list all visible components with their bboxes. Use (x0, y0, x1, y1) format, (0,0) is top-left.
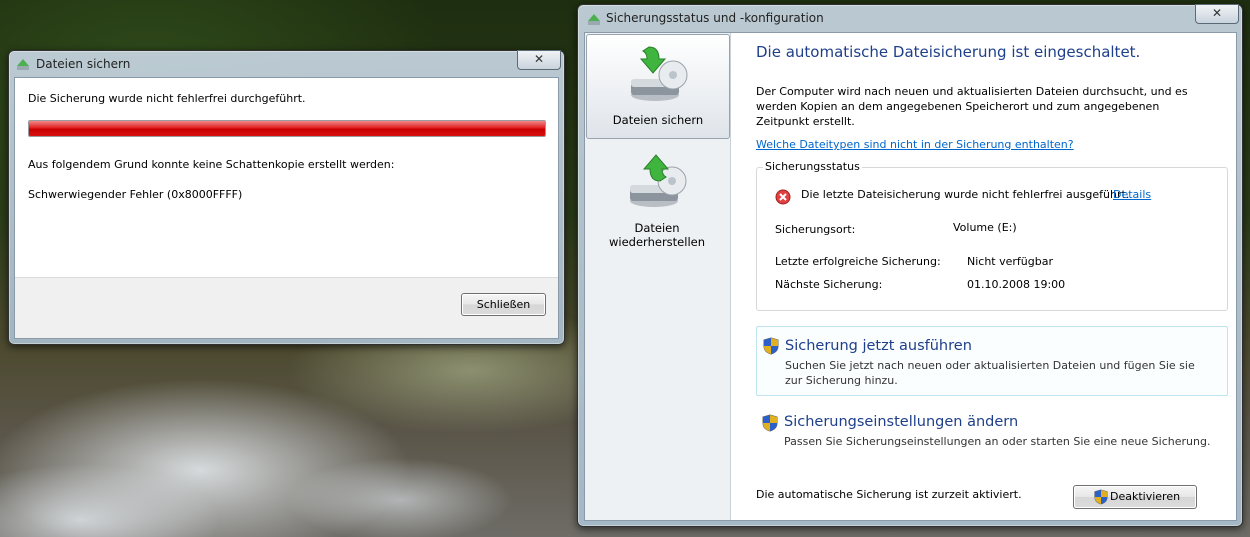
uac-shield-icon (1094, 489, 1108, 505)
dialog-footer: Schließen (15, 277, 558, 338)
run-backup-link[interactable]: Sicherung jetzt ausführen (785, 338, 972, 354)
dialog-message: Die Sicherung wurde nicht fehlerfrei dur… (28, 92, 306, 105)
run-backup-description: Suchen Sie jetzt nach neuen oder aktuali… (785, 359, 1195, 387)
sidebar-item-label: Dateien sichern (612, 113, 704, 127)
next-backup-label: Nächste Sicherung: (775, 278, 883, 291)
backup-drive-icon (631, 46, 688, 101)
deactivate-label: Deaktivieren (1110, 490, 1181, 503)
error-icon (775, 189, 791, 205)
dialog-titlebar[interactable]: Dateien sichern ✕ (9, 50, 564, 77)
sidebar: Dateien sichern Dateien wiederherstellen (585, 33, 731, 520)
details-link[interactable]: Details (1113, 188, 1151, 201)
change-settings-link[interactable]: Sicherungseinstellungen ändern (784, 414, 1018, 430)
content-pane: Die automatische Dateisicherung ist eing… (731, 33, 1236, 520)
uac-shield-icon (763, 337, 779, 355)
dialog-close-button[interactable]: ✕ (517, 50, 561, 70)
backup-status-window: Sicherungsstatus und -konfiguration ✕ Da… (577, 4, 1243, 527)
sidebar-item-backup[interactable]: Dateien sichern (586, 34, 730, 139)
dialog-title: Dateien sichern (36, 57, 131, 71)
restore-drive-icon (630, 154, 687, 207)
sidebar-item-label: Dateien wiederherstellen (609, 221, 705, 249)
backup-progress-bar (28, 120, 546, 137)
backup-status-group: Sicherungsstatus Die letzte Dateisicheru… (756, 160, 1228, 311)
sidebar-item-restore[interactable]: Dateien wiederherstellen (586, 145, 728, 249)
backup-app-icon (588, 14, 600, 25)
dialog-reason: Aus folgendem Grund konnte keine Schatte… (28, 158, 395, 171)
dialog-body: Die Sicherung wurde nicht fehlerfrei dur… (14, 77, 559, 339)
change-settings-description: Passen Sie Sicherungseinstellungen an od… (784, 435, 1211, 448)
page-title: Die automatische Dateisicherung ist eing… (756, 43, 1141, 61)
uac-shield-icon (762, 414, 778, 432)
footer-status-text: Die automatische Sicherung ist zurzeit a… (756, 488, 1022, 501)
last-backup-value: Nicht verfügbar (967, 255, 1053, 268)
next-backup-value: 01.10.2008 19:00 (967, 278, 1066, 291)
location-label: Sicherungsort: (775, 223, 856, 236)
group-title: Sicherungsstatus (763, 160, 862, 173)
last-backup-label: Letzte erfolgreiche Sicherung: (775, 255, 941, 268)
deactivate-button[interactable]: Deaktivieren (1073, 485, 1197, 509)
close-dialog-button[interactable]: Schließen (461, 293, 546, 316)
run-backup-task[interactable]: Sicherung jetzt ausführen Suchen Sie jet… (756, 326, 1228, 396)
location-value: Volume (E:) (953, 221, 1017, 234)
change-settings-task[interactable]: Sicherungseinstellungen ändern Passen Si… (756, 405, 1226, 455)
main-close-button[interactable]: ✕ (1195, 4, 1239, 24)
main-title: Sicherungsstatus und -konfiguration (606, 11, 824, 25)
progress-fill (29, 121, 545, 136)
main-titlebar[interactable]: Sicherungsstatus und -konfiguration ✕ (578, 4, 1242, 31)
backup-progress-dialog: Dateien sichern ✕ Die Sicherung wurde ni… (8, 50, 565, 345)
last-backup-error-text: Die letzte Dateisicherung wurde nicht fe… (801, 188, 1130, 201)
excluded-filetypes-link[interactable]: Welche Dateitypen sind nicht in der Sich… (756, 138, 1074, 151)
backup-app-icon (17, 59, 29, 70)
dialog-error-text: Schwerwiegender Fehler (0x8000FFFF) (28, 188, 243, 201)
page-description: Der Computer wird nach neuen und aktuali… (756, 85, 1188, 128)
main-body: Dateien sichern Dateien wiederherstellen… (584, 32, 1237, 521)
